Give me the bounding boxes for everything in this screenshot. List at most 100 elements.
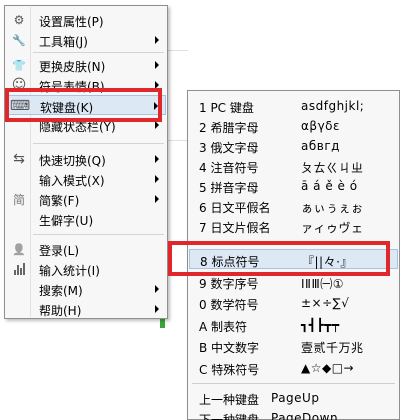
submenu-item-punctuation[interactable]: 8 标点符号 『||々·』	[189, 249, 398, 269]
switch-arrows-icon: ⇆	[13, 151, 25, 167]
submenu-item-label: 8 标点符号	[200, 255, 260, 269]
submenu-arrow-icon	[155, 305, 159, 313]
user-icon: 👤	[12, 242, 26, 256]
background-divider	[168, 50, 188, 51]
menu-separator	[33, 52, 164, 53]
menu-item-help[interactable]: 帮助(H)	[6, 299, 166, 319]
menu-item-label: 设置属性(P)	[39, 15, 104, 29]
submenu-item-next-keyboard[interactable]: 下一种键盘 PageDown	[189, 408, 398, 420]
submenu-item-chinese-numerals[interactable]: B 中文数字 壹贰千万兆	[189, 336, 398, 356]
submenu-item-pinyin[interactable]: 5 拼音字母 ā á ě è ó	[189, 176, 398, 196]
gear-icon: ⚙	[13, 13, 25, 27]
submenu-item-hiragana[interactable]: 6 日文平假名 ぁぃぅぇぉ	[189, 196, 398, 216]
menu-item-label: 登录(L)	[39, 244, 80, 258]
submenu-item-preview: ぁぃぅぇぉ	[301, 201, 364, 215]
menu-item-label: 软键盘(K)	[40, 101, 94, 115]
jian-char-icon: 简	[12, 192, 25, 207]
submenu-item-pc-keyboard[interactable]: 1 PC 键盘 asdfghjkl;	[189, 96, 398, 116]
menu-item-skin[interactable]: 👕 更换皮肤(N)	[6, 55, 166, 75]
submenu-item-label: 7 日文片假名	[199, 221, 271, 235]
submenu-item-special-symbols[interactable]: C 特殊符号 ▲☆◆□→	[189, 358, 398, 378]
submenu-item-label: A 制表符	[199, 320, 248, 334]
menu-item-label: 更换皮肤(N)	[39, 60, 106, 74]
submenu-item-preview: ▲☆◆□→	[301, 361, 355, 375]
context-menu: ⚙ 设置属性(P) 🔧 工具箱(J) 👕 更换皮肤(N) ☺ 符号表情(B) ⌨…	[4, 5, 168, 319]
menu-item-emoticons[interactable]: ☺ 符号表情(B)	[6, 75, 166, 95]
wrench-icon: 🔧	[12, 33, 26, 47]
background-green-mark	[160, 318, 165, 328]
submenu-item-label: 上一种键盘	[199, 393, 260, 407]
submenu-arrow-icon	[155, 285, 159, 293]
submenu-arrow-icon	[155, 195, 159, 203]
submenu-item-preview: asdfghjkl;	[301, 99, 365, 113]
submenu-item-preview: ㄆㄊㄍㄐㄓ	[301, 161, 364, 175]
submenu-item-shortcut: PageDown	[271, 411, 339, 420]
menu-item-label: 生僻字(U)	[39, 214, 94, 228]
menu-item-toolbox[interactable]: 🔧 工具箱(J)	[6, 30, 166, 50]
submenu-item-preview: ⅠⅡⅢ㈠①	[301, 277, 344, 291]
submenu-item-prev-keyboard[interactable]: 上一种键盘 PageUp	[189, 388, 398, 408]
submenu-item-label: 6 日文平假名	[199, 201, 271, 215]
menu-item-quick-switch[interactable]: ⇆ 快速切换(Q)	[6, 149, 166, 169]
submenu-arrow-icon	[155, 36, 159, 44]
submenu-item-numbering[interactable]: 9 数字序号 ⅠⅡⅢ㈠①	[189, 272, 398, 292]
menu-separator	[33, 143, 164, 144]
menu-item-label: 搜索(M)	[39, 284, 83, 298]
menu-item-label: 输入统计(I)	[39, 264, 100, 278]
menu-item-settings[interactable]: ⚙ 设置属性(P)	[6, 10, 166, 30]
submenu-arrow-icon	[155, 61, 159, 69]
submenu-item-zhuyin[interactable]: 4 注音符号 ㄆㄊㄍㄐㄓ	[189, 156, 398, 176]
submenu-item-math[interactable]: 0 数学符号 ±×÷∑√	[189, 293, 398, 313]
menu-item-label: 快速切换(Q)	[39, 154, 106, 168]
submenu-item-greek[interactable]: 2 希腊字母 αβγδε	[189, 116, 398, 136]
menu-item-label: 工具箱(J)	[39, 35, 88, 49]
submenu-item-preview: 壹贰千万兆	[301, 341, 364, 355]
menu-item-label: 简繁(F)	[39, 194, 80, 208]
menu-item-soft-keyboard[interactable]: ⌨ 软键盘(K)	[6, 95, 166, 115]
submenu-item-label: 2 希腊字母	[199, 121, 259, 135]
submenu-item-label: 4 注音符号	[199, 161, 259, 175]
menu-item-search[interactable]: 搜索(M)	[6, 279, 166, 299]
keyboard-icon: ⌨	[9, 98, 31, 114]
submenu-item-preview: 『||々·』	[302, 255, 353, 269]
menu-item-hide-statusbar[interactable]: 隐藏状态栏(Y)	[6, 115, 166, 135]
submenu-item-preview: αβγδε	[301, 119, 340, 133]
smiley-icon: ☺	[11, 77, 27, 93]
submenu-item-label: 5 拼音字母	[199, 181, 259, 195]
menu-item-input-mode[interactable]: 输入模式(X)	[6, 169, 166, 189]
submenu-item-shortcut: PageUp	[271, 391, 320, 405]
menu-item-rare-chars[interactable]: 生僻字(U)	[6, 209, 166, 229]
menu-item-label: 输入模式(X)	[39, 174, 105, 188]
menu-separator	[33, 234, 164, 235]
soft-keyboard-submenu: 1 PC 键盘 asdfghjkl; 2 希腊字母 αβγδε 3 俄文字母 а…	[187, 90, 400, 420]
menu-item-label: 符号表情(B)	[39, 80, 105, 94]
submenu-item-label: 1 PC 键盘	[199, 101, 254, 115]
submenu-item-preview: ±×÷∑√	[301, 296, 350, 310]
shirt-icon: 👕	[12, 58, 26, 72]
submenu-item-label: B 中文数字	[199, 341, 260, 355]
menu-item-simplified-traditional[interactable]: 简 简繁(F)	[6, 189, 166, 209]
submenu-item-russian[interactable]: 3 俄文字母 абвгд	[189, 136, 398, 156]
submenu-item-preview: абвгд	[301, 139, 340, 153]
submenu-arrow-icon	[154, 102, 158, 110]
submenu-item-label: 0 数学符号	[199, 298, 259, 312]
bar-chart-icon	[11, 261, 27, 277]
menu-item-login[interactable]: 👤 登录(L)	[6, 239, 166, 259]
submenu-arrow-icon	[155, 175, 159, 183]
submenu-item-label: C 特殊符号	[199, 363, 260, 377]
submenu-arrow-icon	[155, 81, 159, 89]
submenu-item-label: 下一种键盘	[199, 413, 260, 420]
submenu-item-preview: ァィゥヴェ	[301, 221, 364, 235]
background-divider	[168, 140, 188, 141]
submenu-item-preview: ┓┫┣┳┯	[301, 318, 340, 332]
submenu-item-label: 9 数字序号	[199, 277, 259, 291]
menu-separator	[192, 383, 395, 384]
menu-item-label: 隐藏状态栏(Y)	[39, 120, 116, 134]
submenu-item-box-drawing[interactable]: A 制表符 ┓┫┣┳┯	[189, 315, 398, 335]
menu-item-label: 帮助(H)	[39, 304, 82, 318]
submenu-item-label: 3 俄文字母	[199, 141, 259, 155]
submenu-arrow-icon	[155, 155, 159, 163]
submenu-item-preview: ā á ě è ó	[301, 179, 358, 193]
menu-item-input-stats[interactable]: 输入统计(I)	[6, 259, 166, 279]
submenu-item-katakana[interactable]: 7 日文片假名 ァィゥヴェ	[189, 216, 398, 236]
